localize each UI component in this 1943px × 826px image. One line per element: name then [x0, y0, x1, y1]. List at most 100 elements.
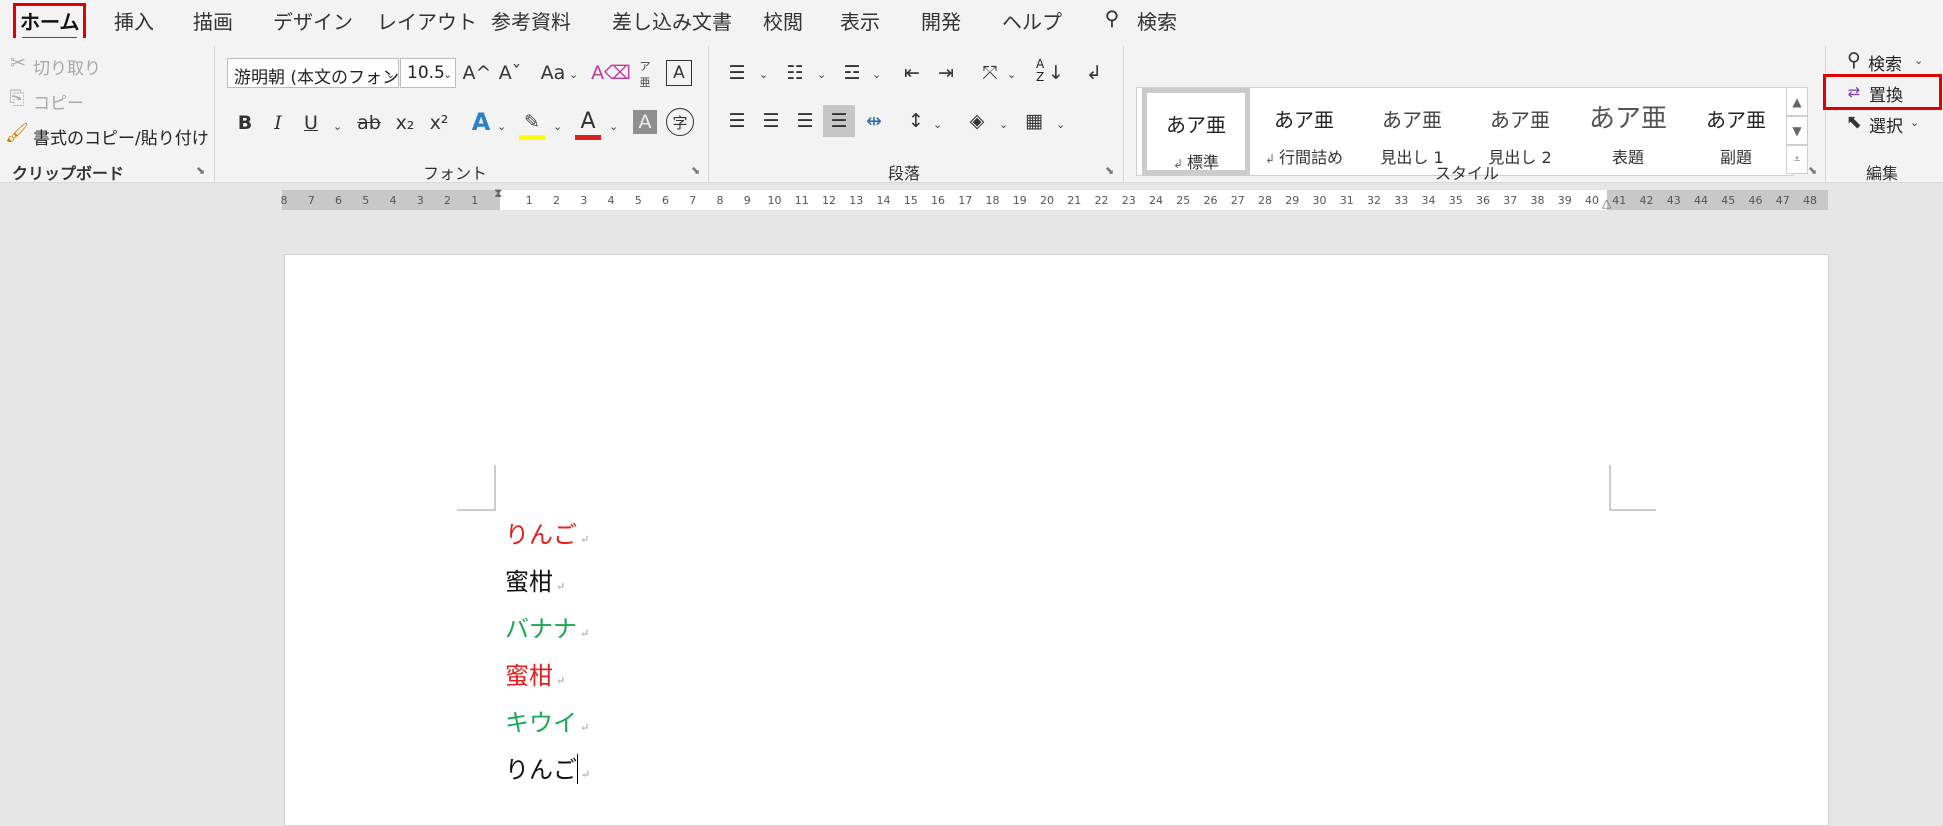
format-painter-button[interactable]: 書式のコピー/貼り付け — [33, 124, 209, 149]
select-button[interactable]: 選択 — [1869, 112, 1903, 137]
ruler-tick: 22 — [1094, 194, 1109, 207]
style-item[interactable]: あア亜 ↲ 標準 — [1142, 88, 1250, 175]
font-name-combo[interactable]: 游明朝 (本文のフォント — [227, 58, 399, 88]
underline-icon[interactable]: U — [298, 108, 324, 138]
cursor-arrow-icon[interactable]: ⬉ — [1842, 110, 1866, 134]
chevron-down-icon[interactable]: ⌄ — [872, 68, 881, 81]
document-line[interactable]: バナナ ↵ — [505, 609, 589, 644]
copy-button[interactable]: コピー — [33, 89, 84, 114]
clipboard-launcher-icon[interactable]: ⬊ — [196, 164, 205, 177]
menu-tab[interactable]: 差し込み文書 — [612, 6, 732, 35]
document-line[interactable]: キウイ ↵ — [505, 703, 589, 738]
ruler-tick: 28 — [1258, 194, 1272, 207]
top-left-margin-corner — [457, 465, 496, 511]
styles-launcher-icon[interactable]: ⬊ — [1808, 164, 1817, 177]
show-marks-icon[interactable]: ↲ — [1079, 58, 1109, 88]
clear-formatting-icon[interactable]: A⌫ — [591, 58, 631, 88]
document-line[interactable]: りんご ↵ — [505, 515, 589, 550]
chevron-down-icon[interactable]: ⌄ — [817, 68, 826, 81]
character-shading-icon[interactable]: A — [633, 110, 657, 134]
text-direction-icon[interactable]: ⤧ — [975, 58, 1005, 88]
menu-tab[interactable]: 参考資料 — [491, 6, 571, 35]
character-border-icon[interactable]: A — [666, 60, 692, 86]
menu-tab[interactable]: 校閲 — [763, 6, 803, 35]
ruler-tick: 9 — [743, 194, 751, 207]
find-icon[interactable]: ⚲ — [1842, 48, 1866, 72]
font-launcher-icon[interactable]: ⬊ — [691, 164, 700, 177]
grow-font-icon[interactable]: A^ — [463, 58, 492, 88]
chevron-down-icon[interactable]: ⌄ — [553, 120, 562, 133]
cut-button[interactable]: 切り取り — [33, 54, 101, 79]
numbering-icon[interactable]: ☷ — [781, 58, 809, 88]
style-item[interactable]: あア亜 副題 — [1682, 88, 1790, 175]
justify-icon[interactable]: ☰ — [823, 105, 855, 137]
chevron-down-icon[interactable]: ⌄ — [443, 68, 452, 81]
indent-marker-icon[interactable]: ⧗ — [494, 186, 502, 201]
chevron-down-icon[interactable]: ⌄ — [999, 118, 1008, 131]
menu-tab[interactable]: 表示 — [840, 6, 880, 35]
styles-scroll-up-icon[interactable]: ▲ — [1786, 87, 1808, 116]
shrink-font-icon[interactable]: Aˇ — [496, 58, 524, 88]
chevron-down-icon[interactable]: ⌄ — [759, 68, 768, 81]
menu-tab[interactable]: 開発 — [921, 6, 961, 35]
right-indent-marker-icon[interactable]: △ — [1602, 196, 1611, 210]
superscript-icon[interactable]: x² — [425, 108, 453, 138]
ruler-tick: 2 — [444, 194, 451, 207]
document-line[interactable]: 蜜柑 ↵ — [505, 562, 565, 597]
text-cursor — [577, 754, 578, 784]
sort-icon[interactable]: AZ — [1036, 58, 1044, 84]
style-item[interactable]: あア亜 ↲ 行間詰め — [1250, 88, 1358, 175]
align-center-icon[interactable]: ☰ — [757, 106, 785, 136]
chevron-down-icon[interactable]: ⌄ — [386, 68, 395, 81]
multilevel-list-icon[interactable]: ☲ — [838, 58, 866, 88]
bullets-icon[interactable]: ☰ — [723, 58, 751, 88]
menu-tab[interactable]: レイアウト — [377, 6, 477, 35]
strikethrough-icon[interactable]: ab — [354, 108, 384, 138]
menu-tab[interactable]: 描画 — [193, 6, 233, 35]
chevron-down-icon[interactable]: ⌄ — [1007, 68, 1016, 81]
change-case-icon[interactable]: Aa — [536, 58, 570, 88]
ruler-tick: 21 — [1067, 194, 1082, 207]
font-color-icon[interactable]: A — [574, 106, 602, 136]
align-right-icon[interactable]: ☰ — [791, 106, 819, 136]
chevron-down-icon[interactable]: ⌄ — [609, 120, 618, 133]
group-separator — [1825, 46, 1826, 182]
styles-scroll-down-icon[interactable]: ▼ — [1786, 116, 1808, 145]
bold-icon[interactable]: B — [232, 108, 258, 138]
menu-tab[interactable]: 挿入 — [114, 6, 154, 35]
chevron-down-icon[interactable]: ⌄ — [1910, 116, 1919, 129]
styles-more-icon[interactable]: ⩡ — [1786, 145, 1808, 174]
phonetic-guide-icon[interactable]: ア亜 — [638, 58, 652, 90]
find-button[interactable]: 検索 — [1868, 50, 1902, 75]
align-left-icon[interactable]: ☰ — [723, 106, 751, 136]
document-line[interactable]: 蜜柑 ↵ — [505, 656, 565, 691]
line-spacing-icon[interactable]: ↕ — [902, 106, 930, 136]
paragraph-launcher-icon[interactable]: ⬊ — [1105, 164, 1114, 177]
search-icon[interactable]: ⚲ — [1098, 4, 1126, 32]
paragraph-mark: ↵ — [556, 580, 566, 593]
paragraph-group-label: 段落 — [888, 164, 921, 183]
document-line[interactable]: りんご ↵ — [505, 750, 590, 785]
chevron-down-icon[interactable]: ⌄ — [933, 118, 942, 131]
tell-me-search[interactable]: 検索 — [1137, 6, 1177, 35]
chevron-down-icon[interactable]: ⌄ — [569, 68, 578, 81]
text-effects-icon[interactable]: A — [466, 106, 496, 138]
menu-tab[interactable]: ヘルプ — [1002, 6, 1062, 35]
borders-icon[interactable]: ▦ — [1020, 106, 1048, 136]
highlighter-icon[interactable]: ✎ — [518, 106, 546, 138]
chevron-down-icon[interactable]: ⌄ — [1056, 118, 1065, 131]
italic-icon[interactable]: I — [265, 108, 291, 138]
chevron-down-icon[interactable]: ⌄ — [497, 120, 506, 133]
horizontal-ruler[interactable]: ⧗ △ 8 7 6 5 4 3 2 1 1 2 3 4 5 6 7 8 9 10 11 12 13 14 15 16 17 18 1… — [281, 186, 1828, 210]
chevron-down-icon[interactable]: ⌄ — [333, 120, 342, 133]
chevron-down-icon[interactable]: ⌄ — [1914, 54, 1923, 67]
paint-bucket-icon[interactable]: ◈ — [963, 106, 991, 136]
decrease-indent-icon[interactable]: ⇤ — [898, 58, 926, 88]
style-item[interactable]: あア亜 表題 — [1574, 88, 1682, 175]
ruler-tick: 1 — [525, 194, 533, 207]
distributed-icon[interactable]: ⇹ — [860, 106, 888, 136]
increase-indent-icon[interactable]: ⇥ — [932, 58, 960, 88]
subscript-icon[interactable]: x₂ — [391, 108, 419, 138]
menu-tab[interactable]: デザイン — [273, 6, 353, 35]
enclose-characters-icon[interactable]: 字 — [666, 108, 694, 136]
